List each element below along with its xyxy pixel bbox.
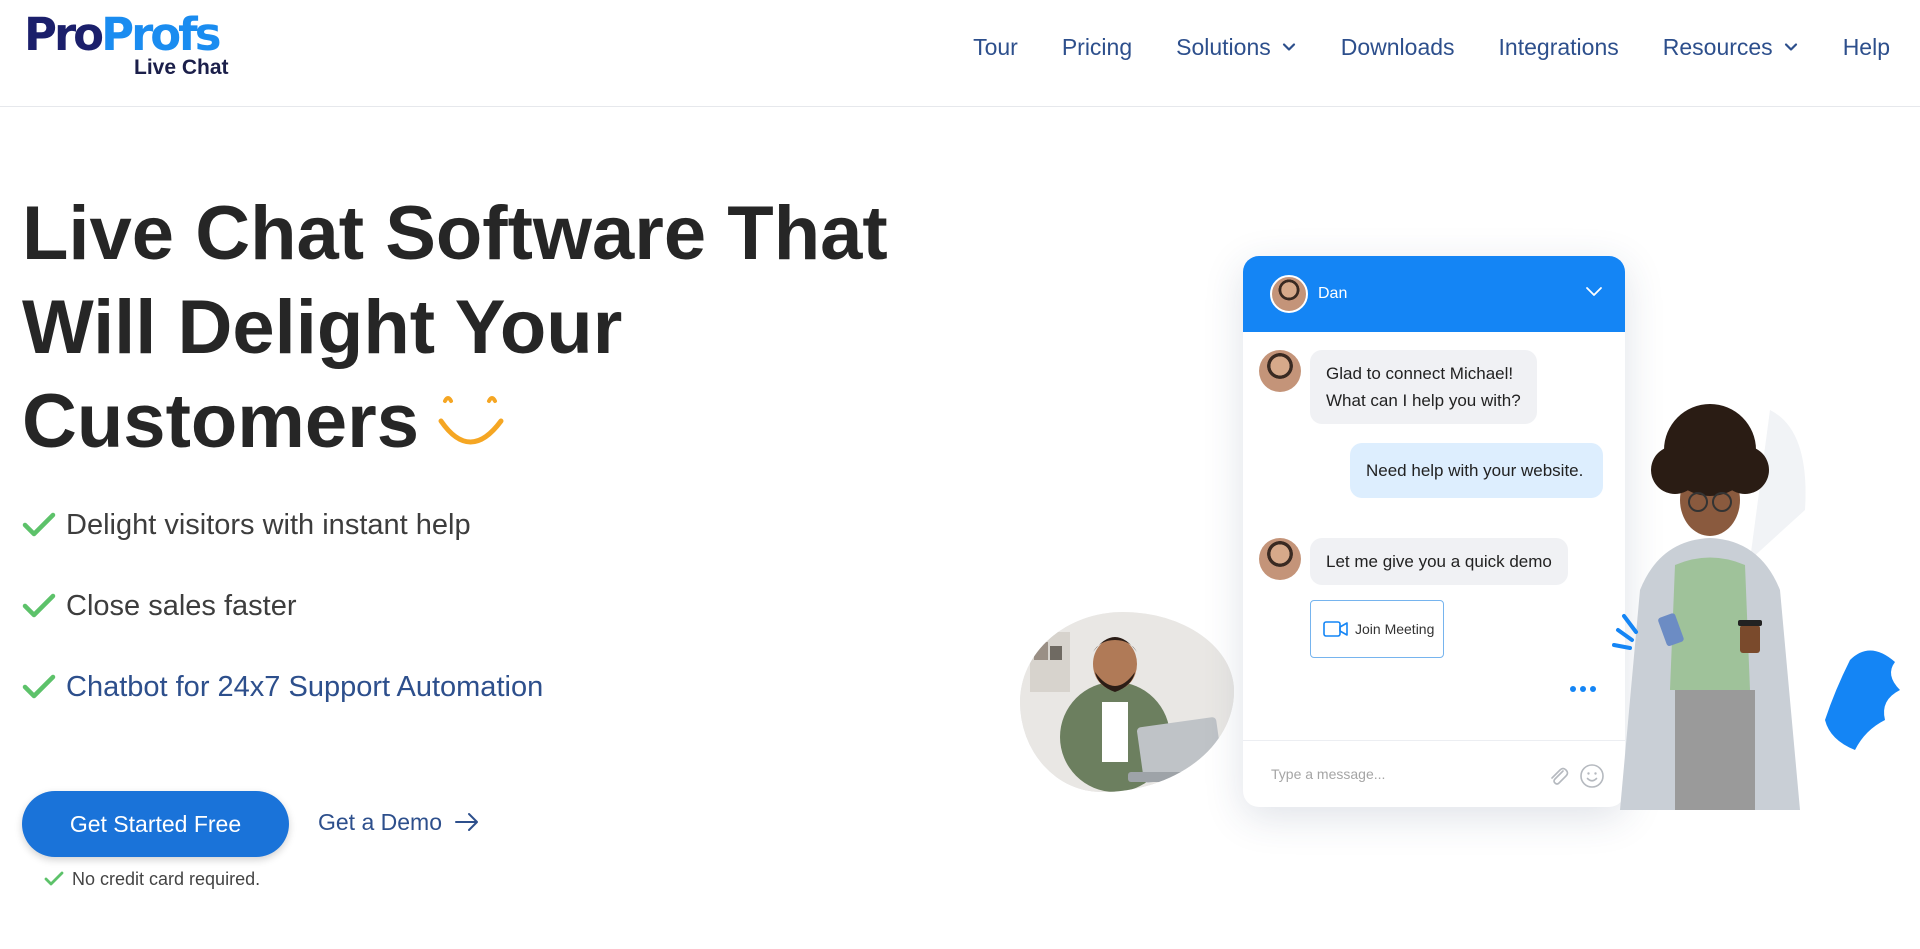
chat-input-bar: [1243, 740, 1625, 807]
paperclip-icon[interactable]: [1547, 764, 1569, 788]
feature-text: Delight visitors with instant help: [66, 508, 471, 541]
agent-avatar: [1270, 275, 1308, 313]
chat-message: Let me give you a quick demo: [1259, 538, 1568, 585]
chevron-down-icon[interactable]: [1585, 286, 1603, 298]
chevron-down-icon: [1784, 43, 1797, 51]
logo-wordmark: ProProfs: [24, 8, 222, 61]
nav-resources[interactable]: Resources: [1663, 34, 1799, 61]
hero-heading-line-2: Will Delight Your: [22, 285, 623, 370]
chat-widget-preview: Dan Glad to connect Michael! What can I …: [1243, 256, 1625, 807]
join-meeting-button[interactable]: Join Meeting: [1310, 600, 1444, 658]
support-agent-photo: [1020, 612, 1234, 792]
chat-message: Need help with your website.: [1350, 443, 1603, 498]
check-icon: [22, 674, 56, 699]
visitor-bubble: Need help with your website.: [1350, 443, 1603, 498]
get-a-demo-link[interactable]: Get a Demo: [318, 805, 480, 839]
agent-avatar: [1259, 538, 1301, 580]
check-icon: [44, 871, 64, 886]
agent-bubble: Let me give you a quick demo: [1310, 538, 1568, 585]
agent-avatar: [1259, 350, 1301, 392]
video-camera-icon: [1323, 621, 1348, 637]
site-header: ProProfs Live Chat Tour Pricing Solution…: [0, 0, 1920, 107]
feature-item: Delight visitors with instant help: [22, 500, 543, 550]
proprofs-logo[interactable]: ProProfs Live Chat: [24, 12, 234, 82]
chat-message: Glad to connect Michael! What can I help…: [1259, 350, 1537, 424]
chat-widget-header: Dan: [1243, 256, 1625, 332]
typing-indicator: [1570, 686, 1600, 692]
nav-pricing[interactable]: Pricing: [1062, 34, 1132, 61]
chatbot-feature-link[interactable]: Chatbot for 24x7 Support Automation: [66, 671, 543, 704]
hero-heading: Live Chat Software That Will Delight You…: [22, 187, 922, 469]
check-icon: [22, 593, 56, 618]
nav-integrations[interactable]: Integrations: [1499, 34, 1619, 61]
hero-heading-line-3: Customers: [22, 375, 922, 469]
feature-text: Close sales faster: [66, 589, 297, 622]
arrow-right-icon: [455, 813, 478, 831]
nav-tour[interactable]: Tour: [973, 34, 1018, 61]
message-input[interactable]: [1271, 766, 1531, 782]
customer-illustration: [1612, 404, 1900, 810]
chevron-down-icon: [1282, 43, 1295, 51]
main-nav: Tour Pricing Solutions Downloads Integra…: [973, 30, 1890, 64]
check-icon: [22, 512, 56, 537]
feature-list: Delight visitors with instant help Close…: [22, 500, 543, 743]
feature-item[interactable]: Chatbot for 24x7 Support Automation: [22, 662, 543, 712]
no-credit-card-note: No credit card required.: [44, 868, 260, 890]
nav-downloads[interactable]: Downloads: [1341, 34, 1455, 61]
hero-heading-line-1: Live Chat Software That: [22, 191, 888, 276]
nav-help[interactable]: Help: [1843, 34, 1890, 61]
logo-subtitle: Live Chat: [134, 56, 229, 79]
nav-solutions[interactable]: Solutions: [1176, 34, 1297, 61]
feature-item: Close sales faster: [22, 581, 543, 631]
get-started-free-button[interactable]: Get Started Free: [22, 791, 289, 857]
agent-name: Dan: [1318, 285, 1348, 302]
smile-icon: [438, 395, 504, 445]
agent-bubble: Glad to connect Michael! What can I help…: [1310, 350, 1537, 424]
